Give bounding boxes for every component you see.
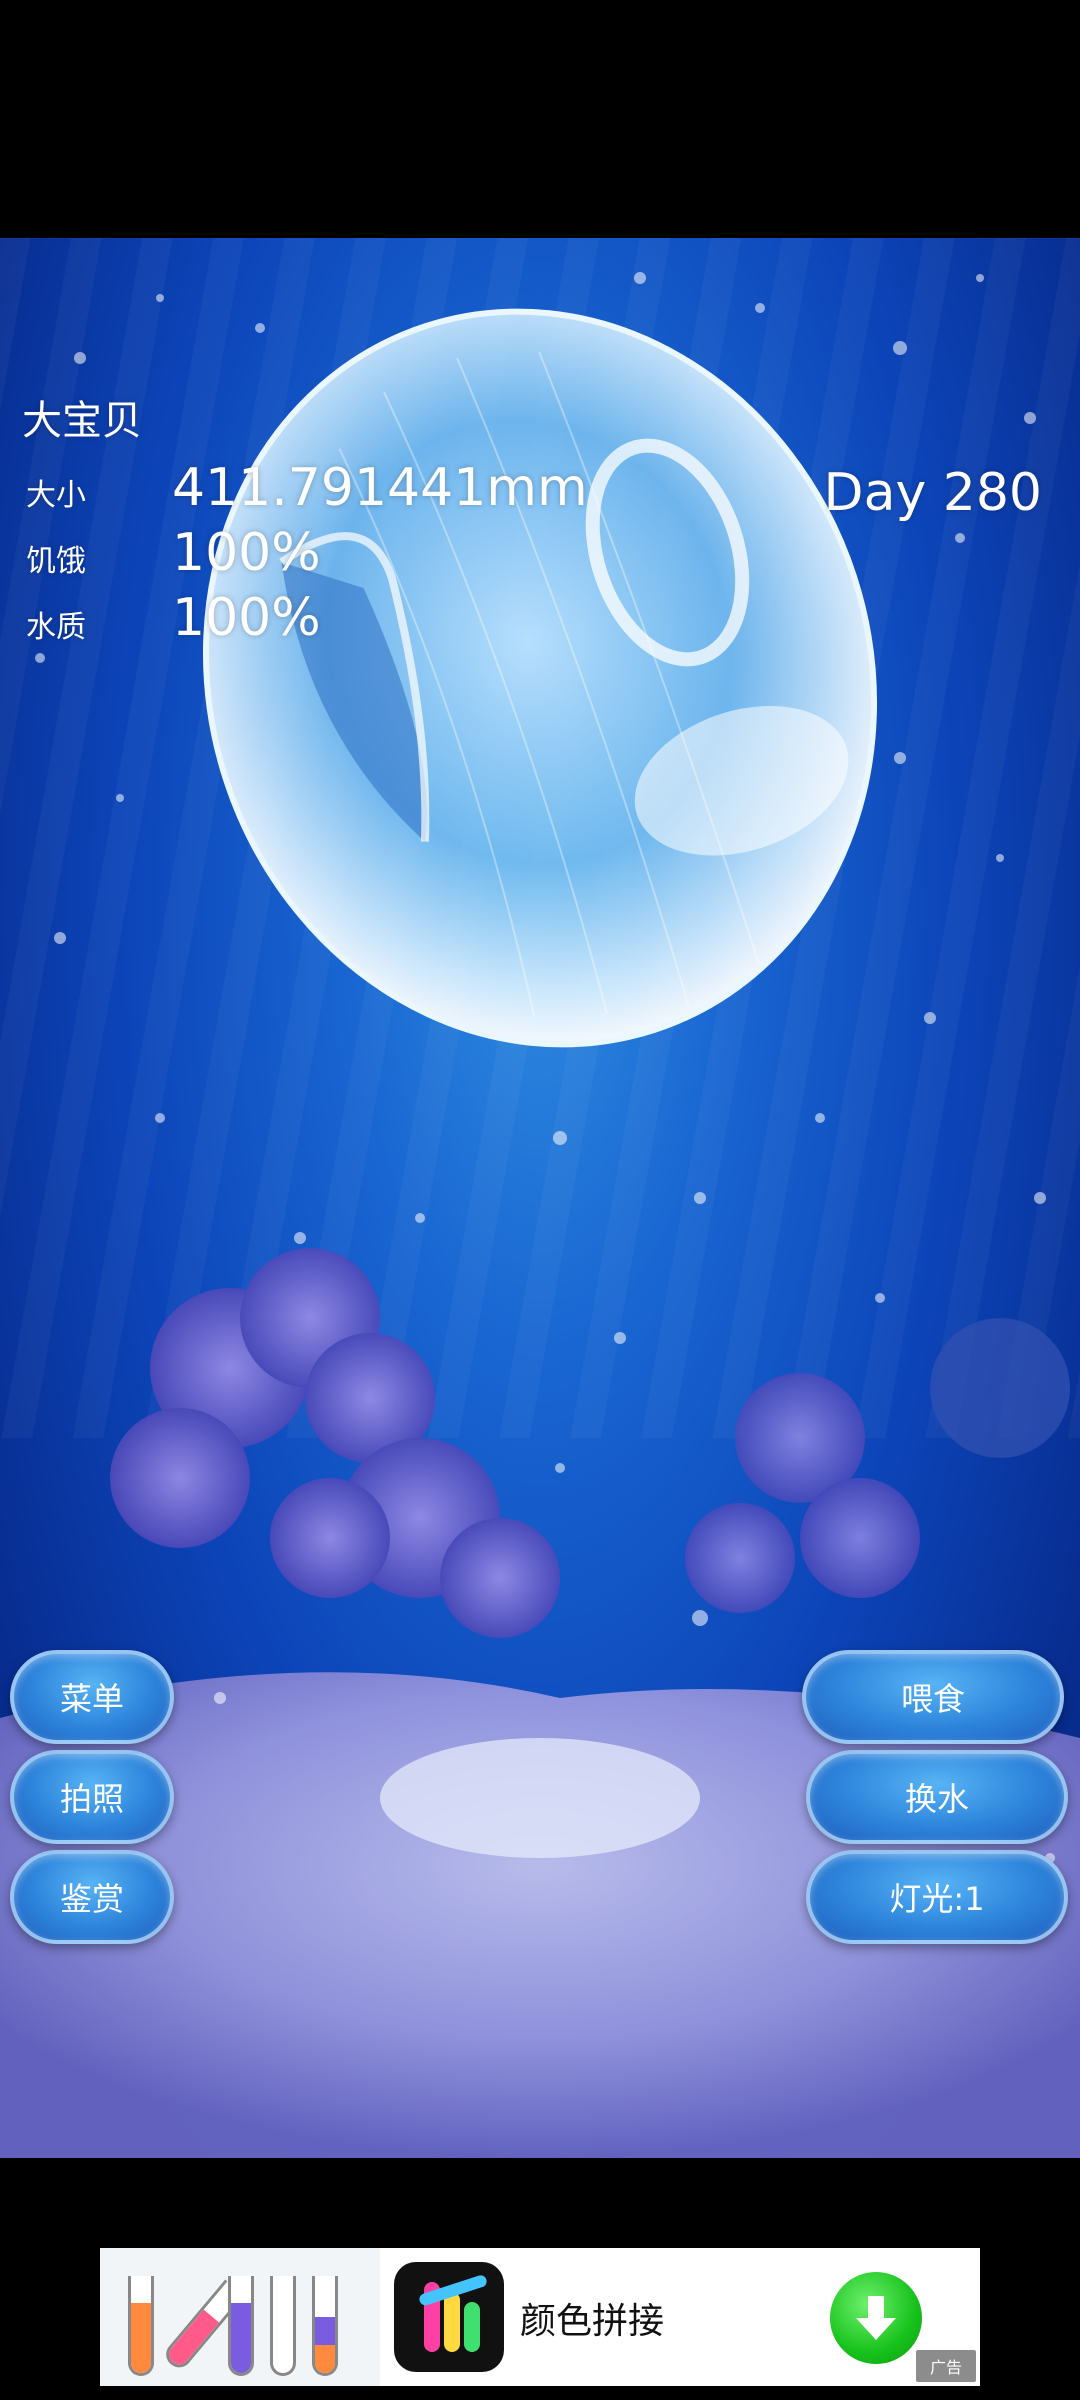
menu-button-label: 菜单 [59,1680,124,1718]
aquarium-scene[interactable]: 大宝贝 大小 411.791441mm 饥饿 100% 水质 100% Day … [0,238,1080,2158]
feed-button-label: 喂食 [900,1680,965,1718]
ad-badge: 广告 [916,2350,976,2382]
photo-button[interactable]: 拍照 [10,1750,174,1844]
appreciate-button[interactable]: 鉴赏 [10,1850,174,1944]
ad-image [100,2248,380,2386]
pet-name: 大宝贝 [22,398,142,444]
coral-left [110,1248,560,1638]
jellyfish [202,308,878,1048]
water-quality-value: 100% [172,588,321,648]
ad-banner[interactable]: 颜色拼接 广告 [100,2248,980,2386]
change-water-button-label: 换水 [904,1780,969,1818]
menu-button[interactable]: 菜单 [10,1650,174,1744]
ad-badge-label: 广告 [929,2358,962,2377]
coral-right [685,1318,1070,1613]
photo-button-label: 拍照 [59,1780,124,1818]
appreciate-button-label: 鉴赏 [59,1880,124,1918]
light-button[interactable]: 灯光:1 [806,1850,1068,1944]
light-button-label: 灯光:1 [889,1880,985,1918]
hunger-label: 饥饿 [26,544,86,579]
ad-title: 颜色拼接 [520,2301,665,2342]
feed-button[interactable]: 喂食 [802,1650,1064,1744]
app-icon [394,2262,504,2372]
day-counter: Day 280 [823,463,1042,523]
download-button[interactable] [830,2272,922,2364]
change-water-button[interactable]: 换水 [806,1750,1068,1844]
size-label: 大小 [26,478,86,513]
water-quality-label: 水质 [26,610,86,645]
hunger-value: 100% [172,523,321,583]
download-arrow-icon [856,2296,896,2340]
size-value: 411.791441mm [172,458,588,518]
